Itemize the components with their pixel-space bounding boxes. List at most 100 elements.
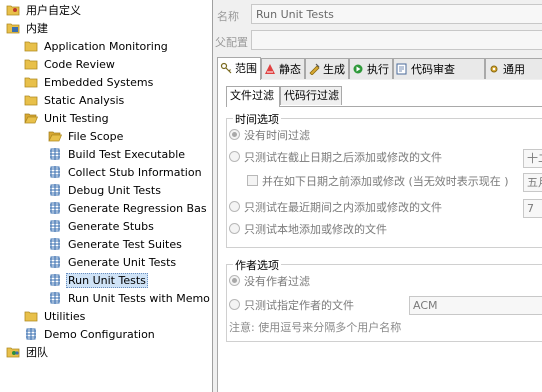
tree-item-label: Generate Stubs <box>68 220 154 233</box>
author-options-group: 作者选项 没有作者过滤 只测试指定作者的文件 ACM 注意: 使用逗号来分隔多个… <box>226 257 542 342</box>
tab-label: 代码审查 <box>411 63 455 76</box>
tab-execute[interactable]: 执行 <box>349 58 393 79</box>
tree-item[interactable]: Build Test Executable <box>48 146 187 164</box>
tree-item[interactable]: Embedded Systems <box>24 74 155 92</box>
tab-key[interactable]: 范围 <box>217 57 261 80</box>
tree-item-label: 用户自定义 <box>26 4 81 17</box>
builtin-folder-icon <box>6 22 20 34</box>
parent-config-field[interactable] <box>251 30 542 50</box>
tree-item[interactable]: Code Review <box>24 56 117 74</box>
config-icon <box>48 238 62 250</box>
tree-item[interactable]: 用户自定义 <box>6 2 83 20</box>
time-local-only-option[interactable]: 只测试本地添加或修改的文件 <box>229 223 387 237</box>
tree-item-label: Demo Configuration <box>44 328 155 341</box>
radio-icon <box>229 151 240 162</box>
tree-item-label: Generate Test Suites <box>68 238 182 251</box>
before-date-checkbox-option[interactable]: 并在如下日期之前添加或修改 (当无效时表示现在 ) <box>247 175 509 189</box>
folder-icon <box>24 310 38 322</box>
config-icon <box>48 166 62 178</box>
tab-label: 生成 <box>323 63 345 76</box>
config-icon <box>48 256 62 268</box>
before-date-field[interactable]: 五月 <box>523 173 542 192</box>
tree-item[interactable]: Run Unit Tests <box>48 272 148 290</box>
subtab-line-filter[interactable]: 代码行过滤 <box>280 86 342 105</box>
tab-label: 范围 <box>235 62 257 75</box>
radio-icon <box>229 299 240 310</box>
name-field[interactable]: Run Unit Tests <box>251 4 542 24</box>
config-tabbar: 范围 静态 生成 执行 代码审查 通用 <box>217 57 542 81</box>
folder-icon <box>24 94 38 106</box>
time-after-date-option[interactable]: 只测试在截止日期之后添加或修改的文件 <box>229 151 442 165</box>
tree-item[interactable]: Generate Unit Tests <box>48 254 178 272</box>
tree-item[interactable]: Generate Regression Bas <box>48 200 209 218</box>
tab-generate[interactable]: 生成 <box>305 58 349 79</box>
time-options-group: 时间选项 没有时间过滤 只测试在截止日期之后添加或修改的文件 十二 并在如下日期… <box>226 111 542 248</box>
config-icon <box>24 328 38 340</box>
checkbox-icon <box>247 175 258 186</box>
tree-item[interactable]: Generate Test Suites <box>48 236 184 254</box>
tree-item-label: 内建 <box>26 22 48 35</box>
author-field[interactable]: ACM <box>409 296 542 315</box>
folder-icon <box>24 76 38 88</box>
subtab-file-filter[interactable]: 文件过滤 <box>226 86 280 107</box>
tab-common[interactable]: 通用 <box>485 58 542 79</box>
tree-item-label: Build Test Executable <box>68 148 186 161</box>
tree-item-label: Run Unit Tests <box>66 273 148 288</box>
name-label: 名称 <box>217 10 239 23</box>
folder-icon <box>24 58 38 70</box>
execute-icon <box>352 63 367 76</box>
author-note: 注意: 使用逗号来分隔多个用户名称 <box>229 321 402 334</box>
tree-item[interactable]: Run Unit Tests with Memo <box>48 290 212 308</box>
tree-item[interactable]: Application Monitoring <box>24 38 170 56</box>
tree-item-label: Run Unit Tests with Memo <box>68 292 210 305</box>
tree-item-label: Utilities <box>44 310 86 323</box>
tree-item[interactable]: Debug Unit Tests <box>48 182 163 200</box>
time-recent-days-option[interactable]: 只测试在最近期间之内添加或修改的文件 <box>229 201 442 215</box>
tree-item[interactable]: Demo Configuration <box>24 326 157 344</box>
configuration-tree[interactable]: 用户自定义内建 Application Monitoring Code Review… <box>0 0 212 392</box>
time-no-filter-option[interactable]: 没有时间过滤 <box>229 129 310 143</box>
key-icon <box>220 62 235 75</box>
generate-icon <box>308 63 323 76</box>
tree-item-label: File Scope <box>68 130 124 143</box>
config-icon <box>48 202 62 214</box>
radio-icon <box>229 223 240 234</box>
tree-item[interactable]: 内建 <box>6 20 50 38</box>
config-icon <box>48 274 62 286</box>
tree-item-label: Generate Regression Bas <box>68 202 207 215</box>
tab-code-review[interactable]: 代码审查 <box>393 58 485 79</box>
tab-label: 执行 <box>367 63 389 76</box>
folder-icon <box>24 40 38 52</box>
static-icon <box>264 63 279 76</box>
author-specific-option[interactable]: 只测试指定作者的文件 <box>229 299 354 313</box>
tree-item[interactable]: Collect Stub Information <box>48 164 204 182</box>
tree-item-label: Generate Unit Tests <box>68 256 177 269</box>
scope-subtabbar: 文件过滤 代码行过滤 <box>226 86 542 107</box>
parent-config-label: 父配置 <box>215 36 248 49</box>
after-date-field[interactable]: 十二 <box>523 149 542 168</box>
scope-tab-panel: 文件过滤 代码行过滤 时间选项 没有时间过滤 只测试在截止日期之后添加或修改的文… <box>217 80 542 392</box>
time-options-title: 时间选项 <box>233 111 281 127</box>
tree-item[interactable]: Static Analysis <box>24 92 126 110</box>
recent-days-field[interactable]: 7 <box>523 199 542 218</box>
tree-item[interactable]: 团队 <box>6 344 50 362</box>
radio-icon <box>229 201 240 212</box>
tree-item[interactable]: Generate Stubs <box>48 218 156 236</box>
author-no-filter-option[interactable]: 没有作者过滤 <box>229 275 310 289</box>
tree-item[interactable]: Unit Testing <box>24 110 111 128</box>
author-options-title: 作者选项 <box>233 257 281 273</box>
config-icon <box>48 148 62 160</box>
radio-icon <box>229 275 240 286</box>
tab-static[interactable]: 静态 <box>261 58 305 79</box>
user-folder-icon <box>6 4 20 16</box>
folder-open-icon <box>48 130 63 142</box>
tree-item[interactable]: File Scope <box>48 128 125 146</box>
tree-item[interactable]: Utilities <box>24 308 87 326</box>
team-folder-icon <box>6 346 20 358</box>
tree-item-label: Embedded Systems <box>44 76 154 89</box>
config-icon <box>48 184 62 196</box>
tree-item-label: 团队 <box>26 346 48 359</box>
common-icon <box>488 63 503 76</box>
tree-item-label: Static Analysis <box>44 94 125 107</box>
code-review-icon <box>396 63 411 76</box>
